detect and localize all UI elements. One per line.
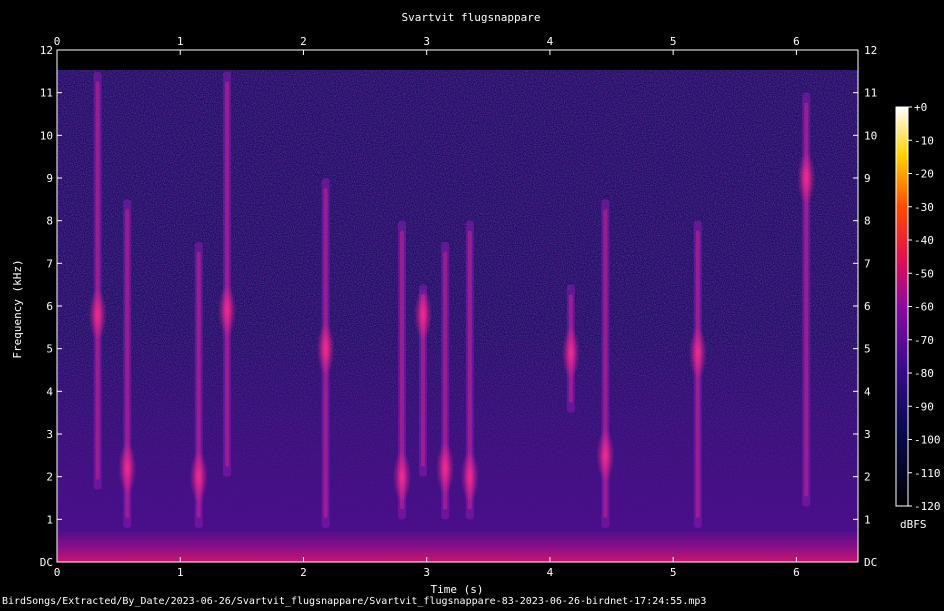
- x-tick-label-top: 5: [670, 35, 677, 48]
- colorbar-label: dBFS: [900, 518, 927, 531]
- colorbar-tick-label: -30: [914, 201, 934, 214]
- y-tick-label-right: 10: [864, 129, 877, 142]
- colorbar-gradient: [895, 106, 909, 507]
- call-core: [95, 81, 100, 480]
- y-tick-label: 2: [46, 471, 53, 484]
- y-tick-label-right: 7: [864, 257, 871, 270]
- x-axis-label: Time (s): [431, 583, 484, 596]
- y-tick-label-right: 4: [864, 385, 871, 398]
- spectrogram-chart: Svartvit flugsnappare 0123456 0123456 DC…: [11, 11, 941, 596]
- x-tick-label-top: 3: [423, 35, 430, 48]
- y-tick-label-right: 11: [864, 87, 877, 100]
- y-axis-label: Frequency (kHz): [11, 259, 24, 358]
- colorbar-tick-label: -70: [914, 334, 934, 347]
- y-tick-label-right: 2: [864, 471, 871, 484]
- call-peak: [797, 152, 816, 204]
- call-peak: [413, 288, 432, 341]
- call-peak: [561, 326, 580, 379]
- colorbar-tick-label: -110: [914, 467, 941, 480]
- y-tick-label-right: 3: [864, 428, 871, 441]
- y-tick-label: 3: [46, 428, 53, 441]
- call-peak: [393, 450, 412, 503]
- y-tick-label: 4: [46, 385, 53, 398]
- call-peak: [688, 326, 707, 379]
- y-tick-label: 6: [46, 300, 53, 313]
- x-tick-label: 6: [793, 566, 800, 579]
- y-tick-label-right: 6: [864, 300, 871, 313]
- y-tick-label-right: 12: [864, 44, 877, 57]
- colorbar-tick-label: -10: [914, 134, 934, 147]
- y-tick-label-right: 5: [864, 343, 871, 356]
- spectrogram-plot: [57, 50, 858, 562]
- y-tick-label: 10: [40, 129, 53, 142]
- colorbar-tick-label: -100: [914, 434, 941, 447]
- call-peak: [460, 450, 479, 503]
- x-tick-label-top: 2: [300, 35, 307, 48]
- x-tick-label-top: 1: [177, 35, 184, 48]
- colorbar-tick-label: -40: [914, 234, 934, 247]
- call-peak: [436, 442, 455, 495]
- y-tick-label: 1: [46, 513, 53, 526]
- x-tick-label: 0: [54, 566, 61, 579]
- call-peak: [316, 322, 335, 375]
- x-tick-label: 1: [177, 566, 184, 579]
- colorbar-tick-label: -120: [914, 500, 941, 513]
- y-tick-label: 12: [40, 44, 53, 57]
- chart-title: Svartvit flugsnappare: [401, 11, 540, 24]
- call-core: [225, 81, 230, 467]
- x-tick-label-top: 4: [547, 35, 554, 48]
- y-tick-label-right: DC: [864, 556, 877, 569]
- y-tick-label: 8: [46, 215, 53, 228]
- colorbar-ticks: +0 -10 -20 -30 -40 -50 -60 -70 -80 -90 -100 -110 -12…: [908, 101, 941, 513]
- y-tick-label: 9: [46, 172, 53, 185]
- colorbar-tick-label: -60: [914, 301, 934, 314]
- call-peak: [596, 429, 615, 482]
- colorbar: +0 -10 -20 -30 -40 -50 -60 -70 -80 -90 -100 -110 -12…: [895, 101, 941, 531]
- y-tick-label: 11: [40, 87, 53, 100]
- y-tick-label: 5: [46, 343, 53, 356]
- low-frequency-floor: [57, 330, 858, 562]
- colorbar-tick-label: -90: [914, 400, 934, 413]
- x-tick-label: 4: [547, 566, 554, 579]
- call-peak: [118, 442, 137, 495]
- y-tick-label: DC: [40, 556, 53, 569]
- x-tick-label: 2: [300, 566, 307, 579]
- x-tick-label: 5: [670, 566, 677, 579]
- file-path: BirdSongs/Extracted/By_Date/2023-06-26/S…: [2, 596, 707, 607]
- y-tick-label-right: 8: [864, 215, 871, 228]
- call-peak: [189, 450, 208, 503]
- colorbar-tick-label: +0: [914, 101, 927, 114]
- x-tick-label: 3: [423, 566, 430, 579]
- colorbar-tick-label: -50: [914, 267, 934, 280]
- y-tick-label: 7: [46, 257, 53, 270]
- call-peak: [88, 288, 107, 341]
- x-tick-label-top: 0: [54, 35, 61, 48]
- colorbar-tick-label: -20: [914, 168, 934, 181]
- x-tick-label-top: 6: [793, 35, 800, 48]
- y-tick-label-right: 1: [864, 513, 871, 526]
- colorbar-tick-label: -80: [914, 367, 934, 380]
- call-peak: [218, 284, 237, 337]
- y-tick-label-right: 9: [864, 172, 871, 185]
